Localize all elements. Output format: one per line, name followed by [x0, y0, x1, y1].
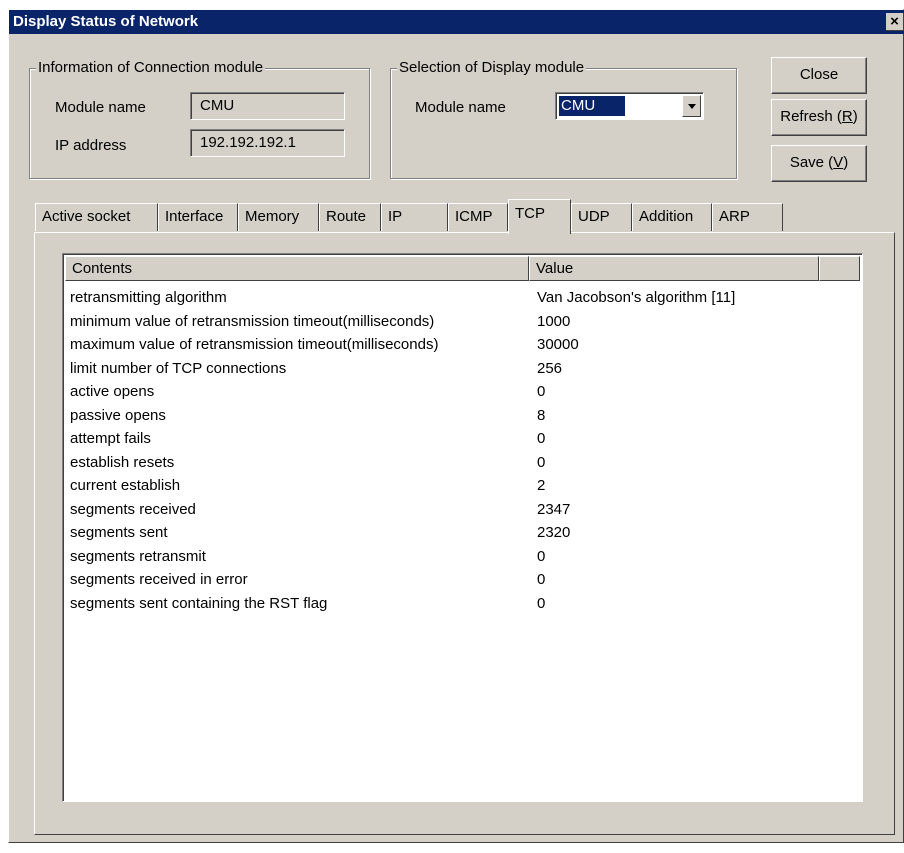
tab-tcp[interactable]: TCP: [508, 199, 571, 234]
network-status-dialog: Display Status of Network × Information …: [8, 9, 904, 843]
row-value: 8: [537, 406, 546, 424]
chevron-down-icon[interactable]: [682, 95, 701, 117]
refresh-button[interactable]: Refresh (R): [771, 99, 867, 136]
row-value: 0: [537, 547, 546, 565]
row-value: 0: [537, 594, 546, 612]
tab-addition[interactable]: Addition: [632, 203, 712, 231]
row-contents: attempt fails: [70, 430, 151, 447]
row-contents: segments retransmit: [70, 547, 206, 565]
connection-module-name-field: CMU: [190, 92, 345, 120]
refresh-label-post: ): [852, 108, 858, 125]
row-contents: active opens: [70, 383, 155, 400]
column-header-contents[interactable]: Contents: [65, 256, 529, 281]
tcp-stats-list[interactable]: Contents Value retransmitting algorithm V…: [62, 253, 863, 802]
row-contents: segments sent containing the RST flag: [70, 594, 328, 612]
tab-interface[interactable]: Interface: [158, 203, 238, 231]
row-value: 1000: [537, 312, 571, 330]
display-module-group: Selection of Display module: [390, 59, 737, 179]
display-group-legend: Selection of Display module: [397, 59, 587, 77]
tab-icmp[interactable]: ICMP: [448, 203, 508, 231]
ip-address-label: IP address: [55, 137, 127, 154]
connection-group-legend: Information of Connection module: [36, 59, 266, 77]
row-value: 0: [537, 453, 546, 471]
row-contents: maximum value of retransmission timeout(…: [70, 336, 439, 353]
tab-memory[interactable]: Memory: [238, 203, 319, 231]
save-label-post: ): [843, 154, 849, 171]
row-value: 0: [537, 383, 546, 400]
tab-route[interactable]: Route: [319, 203, 381, 231]
row-value: 2320: [537, 524, 571, 541]
title-bar: Display Status of Network ×: [9, 10, 904, 34]
row-contents: segments sent: [70, 524, 168, 541]
tab-arp[interactable]: ARP: [712, 203, 783, 231]
row-value: 2: [537, 477, 546, 494]
ip-address-field: 192.192.192.1: [190, 129, 345, 157]
save-label-pre: Save (: [789, 154, 834, 171]
refresh-label-pre: Refresh (: [780, 108, 842, 125]
refresh-accel-key: R: [841, 108, 853, 125]
row-contents: segments received: [70, 500, 196, 518]
tab-ip[interactable]: IP: [381, 203, 448, 231]
close-icon[interactable]: ×: [886, 13, 904, 31]
row-value: 256: [537, 359, 563, 377]
display-module-name-label: Module name: [415, 99, 506, 116]
close-button[interactable]: Close: [771, 57, 867, 94]
save-accel-key: V: [833, 154, 844, 171]
tab-udp[interactable]: UDP: [571, 203, 632, 231]
row-value: Van Jacobson's algorithm [11]: [537, 289, 736, 306]
row-contents: limit number of TCP connections: [70, 359, 287, 377]
row-value: 30000: [537, 336, 579, 353]
row-contents: establish resets: [70, 453, 175, 471]
row-value: 0: [537, 430, 546, 447]
row-contents: segments received in error: [70, 571, 248, 588]
save-button[interactable]: Save (V): [771, 145, 867, 182]
connection-module-name-label: Module name: [55, 99, 146, 116]
row-contents: current establish: [70, 477, 181, 494]
row-contents: retransmitting algorithm: [70, 289, 227, 306]
window-title: Display Status of Network: [13, 13, 199, 30]
display-module-select[interactable]: CMU: [555, 92, 704, 120]
row-contents: minimum value of retransmission timeout(…: [70, 312, 435, 330]
connection-module-group: Information of Connection module: [29, 59, 370, 179]
row-value: 0: [537, 571, 546, 588]
row-contents: passive opens: [70, 406, 166, 424]
row-value: 2347: [537, 500, 571, 518]
display-module-selected-value: CMU: [557, 95, 627, 117]
tab-active-socket[interactable]: Active socket: [35, 203, 158, 231]
column-header-value[interactable]: Value: [529, 256, 819, 281]
column-header-filler: [819, 256, 860, 281]
